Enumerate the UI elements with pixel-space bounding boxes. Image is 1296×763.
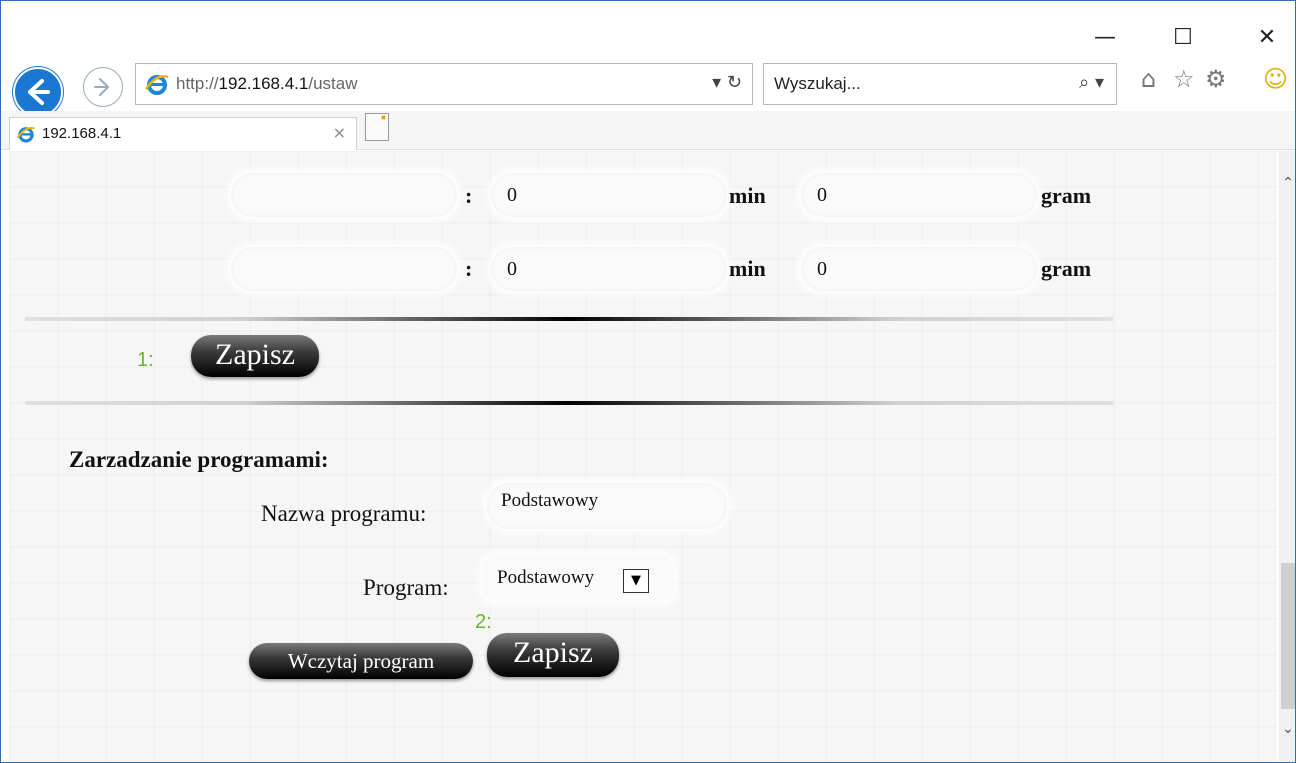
new-tab-button[interactable] (365, 113, 389, 141)
minimize-button[interactable]: — (1083, 23, 1127, 53)
row1-gram-label: gram (1041, 183, 1092, 208)
browser-window: — ☐ ✕ http://192.168.4.1/ustaw ▾ ↻ ⌕ ▾ ⌂… (0, 0, 1296, 763)
row1-min-label: min (729, 183, 766, 208)
refresh-icon[interactable]: ▾ ↻ (712, 72, 742, 93)
address-bar[interactable]: http://192.168.4.1/ustaw ▾ ↻ (135, 63, 753, 105)
row1-minutes-field[interactable] (491, 173, 727, 217)
scroll-up-icon[interactable]: ⌃ (1279, 175, 1295, 193)
search-input[interactable] (772, 72, 1026, 96)
arrow-left-icon (28, 79, 50, 105)
feedback-smiley-icon[interactable]: ☺ (1263, 65, 1288, 93)
program-select[interactable]: Podstawowy ▼ (483, 555, 673, 601)
favorites-icon[interactable]: ☆ (1173, 65, 1195, 93)
row2-gram-label: gram (1041, 256, 1092, 281)
forward-button[interactable] (83, 67, 123, 107)
tab-close-icon[interactable]: × (333, 123, 346, 142)
search-icon[interactable]: ⌕ ▾ (1079, 72, 1104, 93)
row1-grams-input[interactable] (801, 173, 1037, 217)
row1-name-input[interactable] (231, 173, 457, 217)
row2-minutes-input[interactable] (491, 247, 727, 291)
tab-title: 192.168.4.1 (42, 125, 122, 142)
program-name-field[interactable] (487, 483, 727, 529)
chevron-down-icon[interactable]: ▼ (623, 569, 649, 593)
back-button[interactable] (13, 67, 63, 117)
row2-min-label: min (729, 256, 766, 281)
row2-name-input[interactable] (231, 247, 457, 291)
row1-minutes-input[interactable] (491, 173, 727, 217)
program-name-input[interactable] (487, 483, 727, 529)
scroll-down-icon[interactable]: ⌄ (1279, 721, 1295, 739)
save1-number: 1: (137, 349, 154, 371)
program-section-heading: Zarzadzanie programami: (69, 447, 329, 472)
divider (25, 401, 1113, 405)
row2-colon: : (465, 256, 473, 281)
home-icon[interactable]: ⌂ (1141, 65, 1156, 93)
save-button-1[interactable]: Zapisz (191, 335, 319, 377)
save2-number: 2: (475, 611, 492, 633)
load-program-button[interactable]: Wczytaj program (249, 643, 473, 679)
row2-grams-field[interactable] (801, 247, 1037, 291)
maximize-button[interactable]: ☐ (1161, 23, 1205, 53)
new-tab-icon (381, 115, 386, 120)
close-window-button[interactable]: ✕ (1245, 23, 1289, 53)
vertical-scrollbar[interactable]: ⌃ ⌄ (1279, 151, 1295, 762)
tab-current[interactable]: 192.168.4.1 × (9, 117, 357, 150)
row1-grams-field[interactable] (801, 173, 1037, 217)
program-select-value: Podstawowy (497, 567, 595, 588)
settings-icon[interactable]: ⚙ (1205, 65, 1227, 93)
row2-name-field[interactable] (231, 247, 457, 291)
divider (25, 317, 1113, 321)
program-name-label: Nazwa programu: (261, 501, 427, 526)
row1-name-field[interactable] (231, 173, 457, 217)
row2-minutes-field[interactable] (491, 247, 727, 291)
search-box[interactable]: ⌕ ▾ (763, 63, 1117, 105)
ie-favicon-icon (16, 127, 35, 143)
url-text: http://192.168.4.1/ustaw (176, 74, 358, 93)
ie-logo-icon (144, 75, 169, 95)
program-select-label: Program: (363, 575, 449, 600)
save-button-2[interactable]: Zapisz (487, 633, 619, 677)
row1-colon: : (465, 183, 473, 208)
arrow-right-icon (94, 78, 109, 96)
page-content: : min gram : min gram 1: Zapisz Zarzadza… (9, 151, 1277, 762)
scrollbar-thumb[interactable] (1281, 563, 1295, 709)
row2-grams-input[interactable] (801, 247, 1037, 291)
